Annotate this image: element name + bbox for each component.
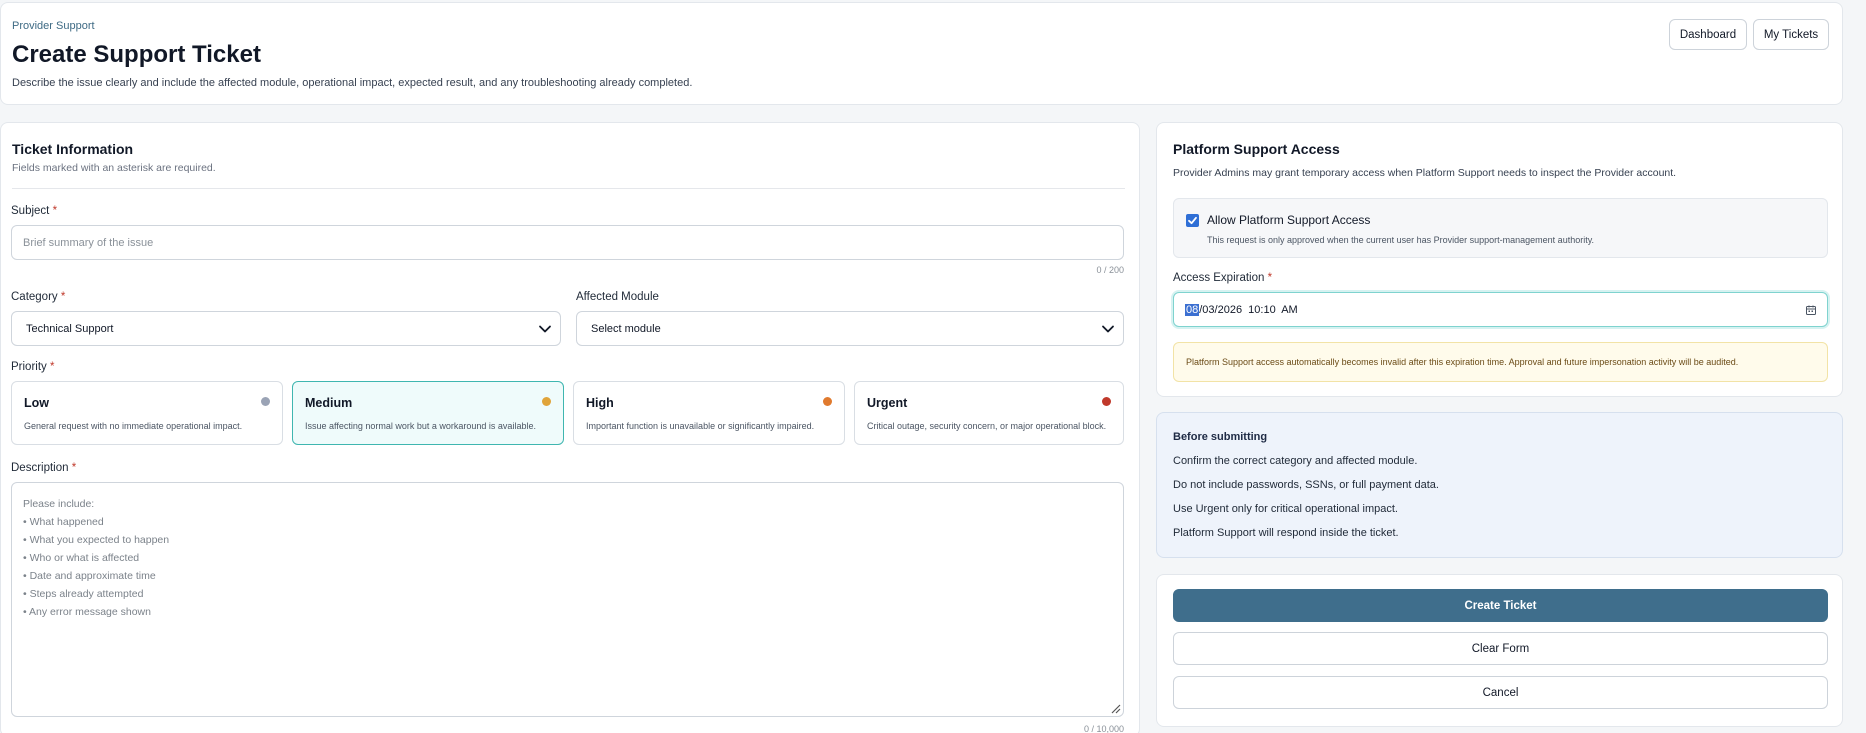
- ticket-section-title: Ticket Information: [12, 141, 134, 157]
- page-header: Provider Support Create Support Ticket D…: [0, 2, 1843, 105]
- priority-description: Important function is unavailable or sig…: [586, 421, 815, 431]
- category-label: Category *: [11, 291, 66, 303]
- category-select[interactable]: Technical Support: [11, 311, 561, 346]
- clear-form-button[interactable]: Clear Form: [1173, 632, 1828, 665]
- calendar-icon[interactable]: [1805, 304, 1817, 316]
- tip-item: Do not include passwords, SSNs, or full …: [1173, 479, 1439, 491]
- priority-name: Urgent: [867, 396, 908, 410]
- priority-dot-icon: [542, 397, 551, 406]
- category-value: Technical Support: [26, 322, 114, 335]
- tip-item: Platform Support will respond inside the…: [1173, 527, 1399, 539]
- priority-dot-icon: [823, 397, 832, 406]
- breadcrumb[interactable]: Provider Support: [12, 20, 95, 32]
- priority-option-high[interactable]: High Important function is unavailable o…: [573, 381, 845, 445]
- priority-description: Issue affecting normal work but a workar…: [305, 421, 536, 431]
- chevron-down-icon: [1102, 325, 1114, 333]
- module-label: Affected Module: [576, 291, 659, 303]
- priority-label: Priority *: [11, 361, 55, 373]
- resize-handle-icon[interactable]: [1109, 702, 1121, 714]
- priority-dot-icon: [261, 397, 270, 406]
- expiration-rest-value: /03/2026 10:10 AM: [1199, 303, 1298, 316]
- priority-dot-icon: [1102, 397, 1111, 406]
- tip-item: Confirm the correct category and affecte…: [1173, 455, 1418, 467]
- access-description: Provider Admins may grant temporary acce…: [1173, 167, 1677, 179]
- priority-option-medium[interactable]: Medium Issue affecting normal work but a…: [292, 381, 564, 445]
- cancel-button[interactable]: Cancel: [1173, 676, 1828, 709]
- dashboard-button[interactable]: Dashboard: [1669, 19, 1747, 50]
- priority-option-low[interactable]: Low General request with no immediate op…: [11, 381, 283, 445]
- before-submitting-card: Before submitting Confirm the correct ca…: [1156, 412, 1843, 558]
- tip-item: Use Urgent only for critical operational…: [1173, 503, 1398, 515]
- priority-name: Low: [24, 396, 49, 410]
- page-title: Create Support Ticket: [12, 41, 261, 68]
- ticket-section-subtitle: Fields marked with an asterisk are requi…: [12, 162, 216, 174]
- description-textarea[interactable]: Please include: • What happened • What y…: [11, 482, 1124, 717]
- my-tickets-button[interactable]: My Tickets: [1753, 19, 1829, 50]
- tips-title: Before submitting: [1173, 431, 1268, 443]
- subject-input[interactable]: [11, 225, 1124, 260]
- allow-access-checkbox[interactable]: [1186, 214, 1199, 227]
- priority-option-urgent[interactable]: Urgent Critical outage, security concern…: [854, 381, 1124, 445]
- description-label: Description *: [11, 462, 77, 474]
- priority-name: Medium: [305, 396, 353, 410]
- module-value: Select module: [591, 322, 661, 335]
- priority-description: General request with no immediate operat…: [24, 421, 243, 431]
- subject-label: Subject *: [11, 205, 58, 217]
- access-expiration-input[interactable]: 08/03/2026 10:10 AM: [1173, 292, 1828, 327]
- checkmark-icon: [1188, 216, 1197, 225]
- allow-access-note: This request is only approved when the c…: [1207, 235, 1595, 245]
- description-counter: 0 / 10,000: [1083, 724, 1124, 733]
- section-divider: [12, 188, 1125, 189]
- actions-card: Create Ticket Clear Form Cancel: [1156, 574, 1843, 727]
- expiration-label: Access Expiration *: [1173, 272, 1273, 284]
- priority-description: Critical outage, security concern, or ma…: [867, 421, 1107, 431]
- expiration-month-segment[interactable]: 08: [1185, 303, 1200, 316]
- create-ticket-button[interactable]: Create Ticket: [1173, 589, 1828, 622]
- allow-access-box: Allow Platform Support Access This reque…: [1173, 198, 1828, 258]
- page-description: Describe the issue clearly and include t…: [12, 77, 693, 89]
- allow-access-label[interactable]: Allow Platform Support Access: [1207, 213, 1370, 227]
- chevron-down-icon: [539, 325, 551, 333]
- description-placeholder: Please include: • What happened • What y…: [23, 498, 170, 618]
- platform-support-access-card: Platform Support Access Provider Admins …: [1156, 122, 1843, 397]
- expiration-warning: Platform Support access automatically be…: [1173, 342, 1828, 382]
- subject-counter: 0 / 200: [1096, 265, 1124, 275]
- module-select[interactable]: Select module: [576, 311, 1124, 346]
- priority-name: High: [586, 396, 614, 410]
- access-section-title: Platform Support Access: [1173, 141, 1340, 157]
